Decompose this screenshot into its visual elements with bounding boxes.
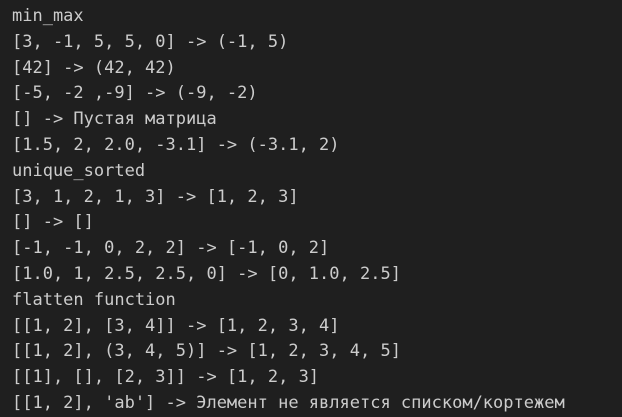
output-line: [-5, -2 ,-9] -> (-9, -2) xyxy=(12,83,258,104)
section-header-min-max: min_max xyxy=(12,6,84,26)
output-line: [[1, 2], [3, 4]] -> [1, 2, 3, 4] xyxy=(12,315,340,336)
section-header-flatten: flatten function xyxy=(12,289,176,310)
output-line: [1.0, 1, 2.5, 2.5, 0] -> [0, 1.0, 2.5] xyxy=(12,263,401,284)
output-line: [3, 1, 2, 1, 3] -> [1, 2, 3] xyxy=(12,186,299,207)
output-line: [[1], [], [2, 3]] -> [1, 2, 3] xyxy=(12,367,320,388)
terminal-output: min_max [3, -1, 5, 5, 0] -> (-1, 5) [42]… xyxy=(0,0,622,414)
output-line: [3, -1, 5, 5, 0] -> (-1, 5) xyxy=(12,31,289,52)
output-line: [[1, 2], 'ab'] -> Элемент не является сп… xyxy=(12,392,565,413)
output-line: [1.5, 2, 2.0, -3.1] -> (-3.1, 2) xyxy=(12,134,340,155)
output-line: [-1, -1, 0, 2, 2] -> [-1, 0, 2] xyxy=(12,238,330,259)
output-line: [42] -> (42, 42) xyxy=(12,57,176,78)
output-line: [] -> [] xyxy=(12,212,94,233)
output-line: [] -> Пустая матрица xyxy=(12,109,217,130)
section-header-unique-sorted: unique_sorted xyxy=(12,160,146,181)
output-line: [[1, 2], (3, 4, 5)] -> [1, 2, 3, 4, 5] xyxy=(12,341,401,362)
